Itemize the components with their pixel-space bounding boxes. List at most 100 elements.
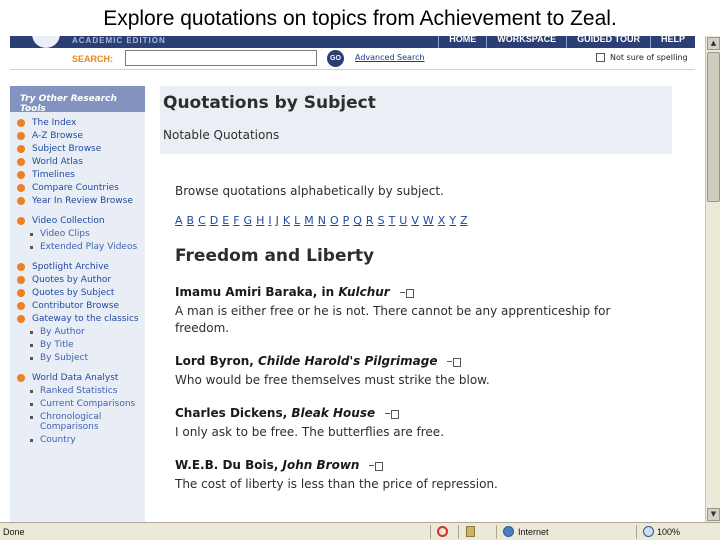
- letter-link[interactable]: J: [276, 214, 279, 227]
- quote-entry: Imamu Amiri Baraka, in Kulchur A man is e…: [175, 285, 672, 337]
- vertical-scrollbar[interactable]: ▲ ▼: [705, 36, 720, 522]
- letter-link[interactable]: O: [330, 214, 339, 227]
- letter-link[interactable]: R: [366, 214, 374, 227]
- quote-author[interactable]: Charles Dickens,: [175, 406, 291, 420]
- letter-link[interactable]: Z: [460, 214, 468, 227]
- search-input[interactable]: [125, 50, 317, 66]
- letter-link[interactable]: V: [411, 214, 419, 227]
- sidebar-item[interactable]: Subject Browse: [16, 144, 145, 154]
- arrow-bullet-icon: [17, 302, 25, 310]
- letter-link[interactable]: Q: [353, 214, 362, 227]
- sidebar-item-label: Timelines: [32, 170, 75, 180]
- quote-text: Who would be free themselves must strike…: [175, 373, 490, 387]
- sidebar-item[interactable]: Ranked Statistics: [16, 386, 145, 396]
- letter-link[interactable]: B: [187, 214, 195, 227]
- letter-link[interactable]: A: [175, 214, 183, 227]
- letter-link[interactable]: F: [233, 214, 239, 227]
- quote-work[interactable]: Kulchur: [338, 285, 389, 299]
- sidebar-item[interactable]: Contributor Browse: [16, 301, 145, 311]
- sidebar-item[interactable]: Timelines: [16, 170, 145, 180]
- save-to-workspace-icon[interactable]: [399, 288, 414, 298]
- letter-link[interactable]: I: [268, 214, 271, 227]
- quote-author[interactable]: W.E.B. Du Bois,: [175, 458, 283, 472]
- letter-link[interactable]: U: [399, 214, 407, 227]
- go-button[interactable]: GO: [327, 50, 344, 67]
- sidebar-item-label: World Data Analyst: [32, 373, 119, 383]
- letter-link[interactable]: C: [198, 214, 206, 227]
- save-to-workspace-icon[interactable]: [385, 409, 400, 419]
- sidebar-item[interactable]: World Data Analyst: [16, 373, 145, 383]
- letter-link[interactable]: D: [210, 214, 218, 227]
- quote-work[interactable]: Childe Harold's Pilgrimage: [258, 354, 437, 368]
- letter-link[interactable]: M: [304, 214, 314, 227]
- sidebar-item[interactable]: Spotlight Archive: [16, 262, 145, 272]
- save-to-workspace-icon[interactable]: [369, 461, 384, 471]
- sidebar-item-label: By Title: [40, 340, 74, 350]
- sidebar-item[interactable]: Compare Countries: [16, 183, 145, 193]
- scroll-up-arrow-icon[interactable]: ▲: [707, 37, 720, 50]
- research-tools-sidebar: Try Other Research Tools The Index A-Z Br…: [10, 86, 145, 522]
- quote-author[interactable]: Imamu Amiri Baraka, in: [175, 285, 338, 299]
- letter-link[interactable]: L: [294, 214, 300, 227]
- letter-link[interactable]: N: [318, 214, 326, 227]
- browse-instructions: Browse quotations alphabetically by subj…: [175, 184, 444, 198]
- sidebar-item[interactable]: Extended Play Videos: [16, 242, 145, 252]
- quote-work[interactable]: Bleak House: [291, 406, 375, 420]
- sidebar-item[interactable]: World Atlas: [16, 157, 145, 167]
- sidebar-item-label: Ranked Statistics: [40, 386, 118, 396]
- sidebar-item[interactable]: A-Z Browse: [16, 131, 145, 141]
- sidebar-item[interactable]: By Title: [16, 340, 145, 350]
- sidebar-item[interactable]: Year In Review Browse: [16, 196, 145, 206]
- zoom-magnifier-icon[interactable]: [643, 526, 654, 537]
- sidebar-item[interactable]: The Index: [16, 118, 145, 128]
- quote-author[interactable]: Lord Byron,: [175, 354, 258, 368]
- letter-link[interactable]: P: [343, 214, 350, 227]
- letter-link[interactable]: Y: [449, 214, 456, 227]
- advanced-search-link[interactable]: Advanced Search: [355, 53, 425, 62]
- sidebar-item[interactable]: Current Comparisons: [16, 399, 145, 409]
- quote-text: I only ask to be free. The butterflies a…: [175, 425, 445, 439]
- alphabet-index: ABCDEFGHIJKLMNOPQRSTUVWXYZ: [175, 214, 672, 227]
- sidebar-item[interactable]: Video Collection: [16, 216, 145, 226]
- letter-link[interactable]: S: [378, 214, 385, 227]
- sidebar-item[interactable]: Quotes by Subject: [16, 288, 145, 298]
- square-bullet-icon: [30, 357, 33, 360]
- scroll-thumb[interactable]: [707, 52, 720, 202]
- save-to-workspace-icon[interactable]: [447, 357, 462, 367]
- arrow-bullet-icon: [17, 132, 25, 140]
- letter-link[interactable]: H: [256, 214, 264, 227]
- letter-link[interactable]: K: [283, 214, 290, 227]
- sidebar-item[interactable]: Chronological Comparisons: [16, 412, 145, 432]
- quote-entry: W.E.B. Du Bois, John Brown The cost of li…: [175, 458, 672, 493]
- status-divider: [496, 525, 497, 539]
- letter-link[interactable]: E: [222, 214, 229, 227]
- letter-link[interactable]: W: [423, 214, 434, 227]
- letter-link[interactable]: G: [244, 214, 253, 227]
- sidebar-item-label: Country: [40, 435, 76, 445]
- arrow-bullet-icon: [17, 263, 25, 271]
- letter-link[interactable]: T: [389, 214, 396, 227]
- sidebar-item-label: Current Comparisons: [40, 399, 136, 409]
- sidebar-item-label: Video Clips: [40, 229, 90, 239]
- arrow-bullet-icon: [17, 145, 25, 153]
- sidebar-item[interactable]: Quotes by Author: [16, 275, 145, 285]
- quote-work[interactable]: John Brown: [283, 458, 360, 472]
- sidebar-item[interactable]: Gateway to the classics: [16, 314, 145, 324]
- sidebar-item[interactable]: By Subject: [16, 353, 145, 363]
- arrow-bullet-icon: [17, 119, 25, 127]
- letter-link[interactable]: X: [438, 214, 446, 227]
- sidebar-item[interactable]: Video Clips: [16, 229, 145, 239]
- zoom-level[interactable]: 100%: [657, 527, 680, 537]
- sidebar-item-label: Extended Play Videos: [40, 242, 138, 252]
- popup-blocked-icon[interactable]: [437, 526, 448, 537]
- status-divider: [430, 525, 431, 539]
- search-bar: SEARCH: GO Advanced Search Not sure of s…: [10, 48, 695, 70]
- arrow-bullet-icon: [17, 197, 25, 205]
- arrow-bullet-icon: [17, 315, 25, 323]
- spelling-checkbox[interactable]: [596, 53, 605, 62]
- scroll-down-arrow-icon[interactable]: ▼: [707, 508, 720, 521]
- sidebar-item[interactable]: By Author: [16, 327, 145, 337]
- arrow-bullet-icon: [17, 171, 25, 179]
- sidebar-item-label: Chronological Comparisons: [40, 412, 102, 432]
- sidebar-item[interactable]: Country: [16, 435, 145, 445]
